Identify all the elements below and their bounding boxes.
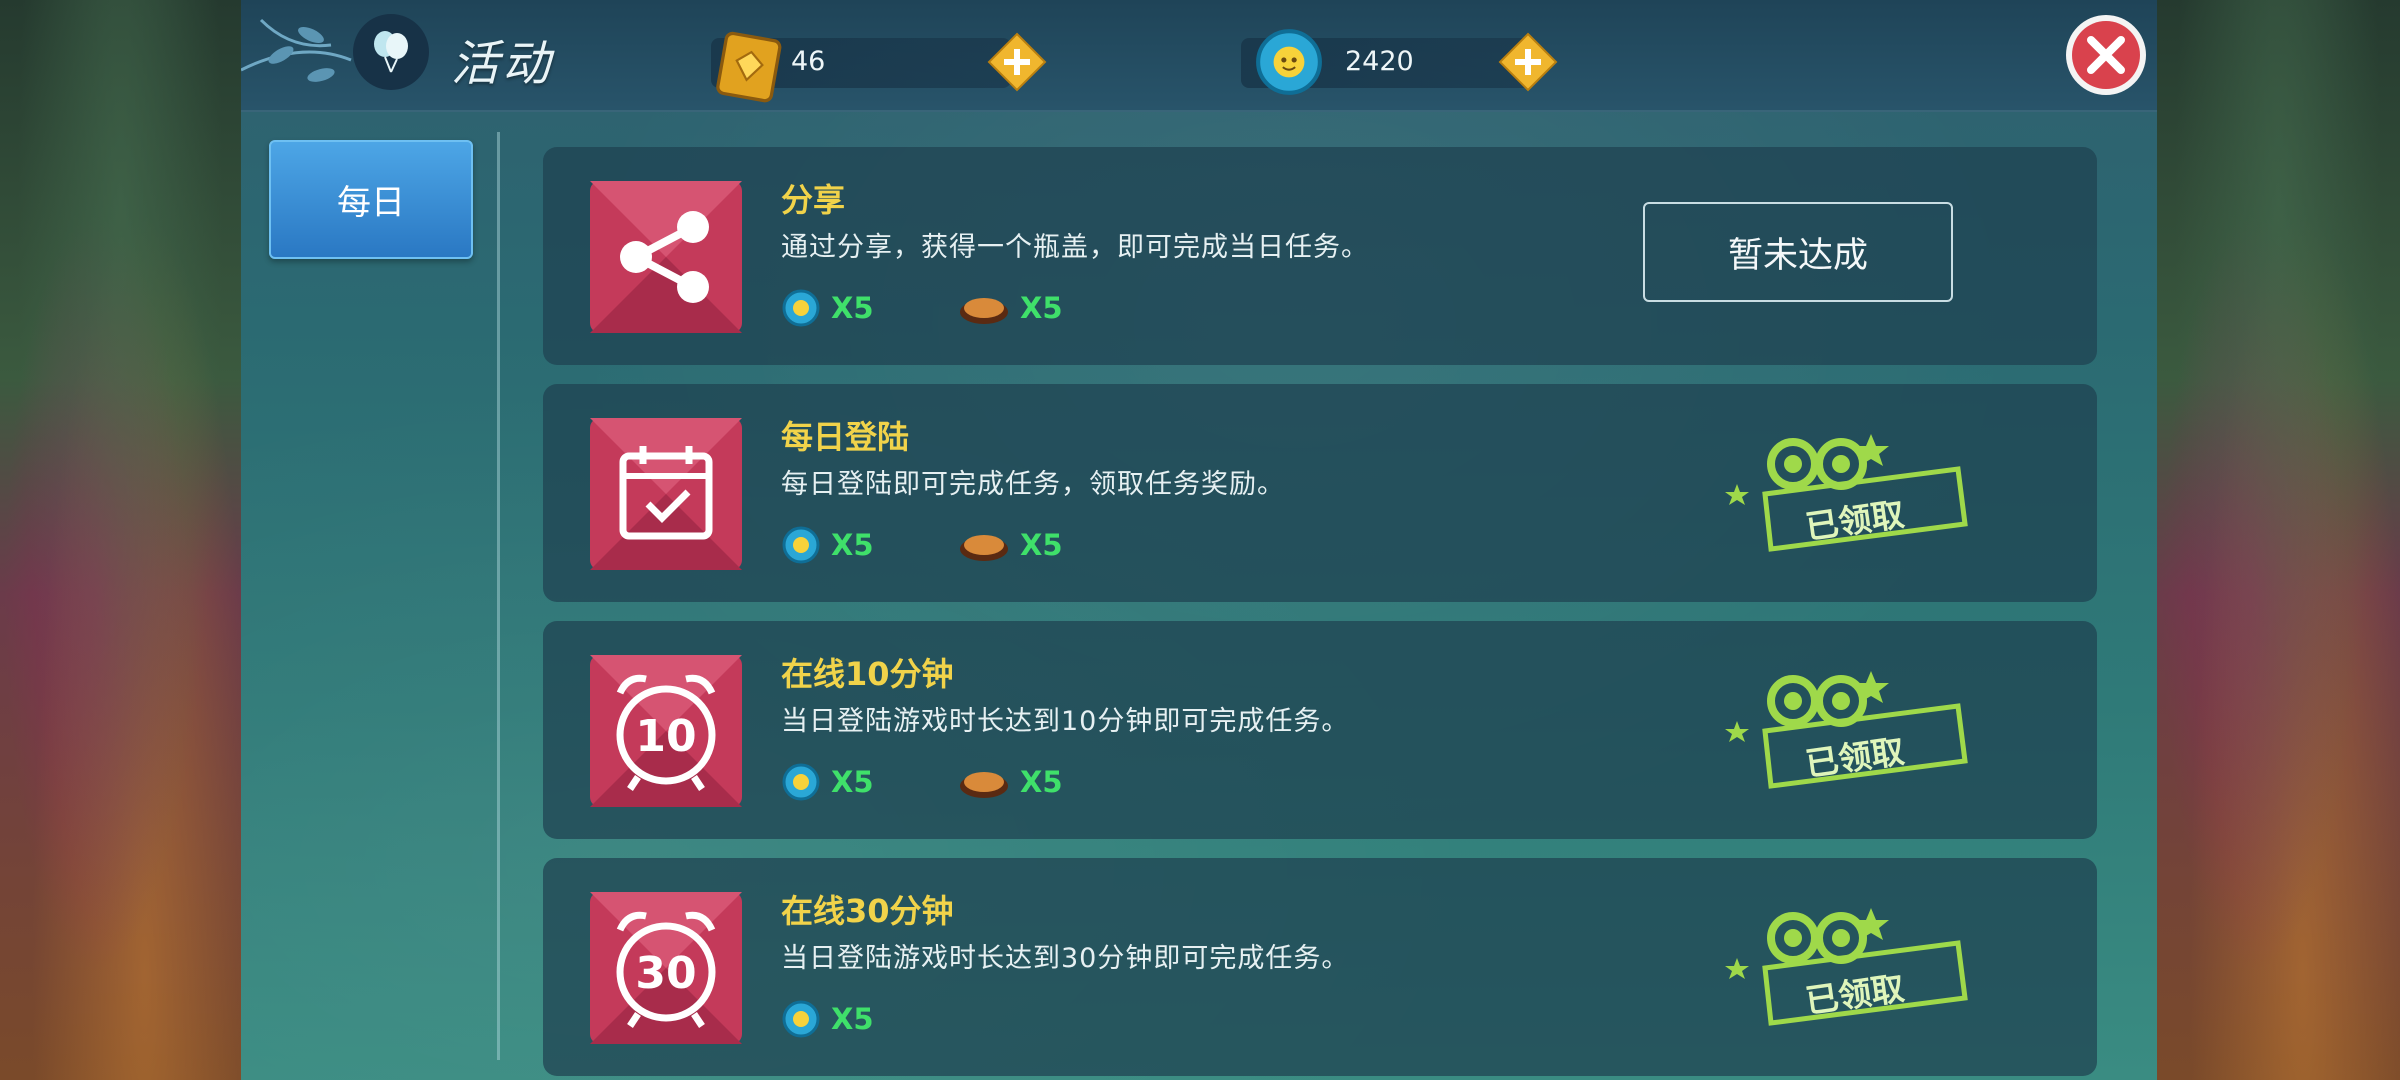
roasted-food-icon [960,298,1008,324]
clock-number: 30 [635,948,696,999]
add-coins-button[interactable] [1498,32,1558,92]
task-card-daily-login: 每日登陆 每日登陆即可完成任务，领取任务奖励。 X5 X5 已领取 [543,384,2097,602]
bottle-cap-icon [782,289,820,327]
task-description: 当日登陆游戏时长达到10分钟即可完成任务。 [781,706,1350,737]
claimed-stamp: 已领取 [1723,424,1973,554]
reward-count: X5 [1020,291,1063,325]
task-card-online-10: 10 在线10分钟 当日登陆游戏时长达到10分钟即可完成任务。 X5 X5 已领… [543,621,2097,839]
task-description: 当日登陆游戏时长达到30分钟即可完成任务。 [781,943,1350,974]
roasted-food-icon [960,772,1008,798]
background-scenery-right [2157,0,2400,1080]
reward-food: X5 [958,761,1063,803]
reward-bottle-cap: X5 [781,998,874,1040]
task-title: 在线10分钟 [781,655,954,693]
task-title: 每日登陆 [781,418,910,456]
close-button[interactable] [2064,13,2148,97]
task-description: 通过分享，获得一个瓶盖，即可完成当日任务。 [781,232,1369,263]
bottle-cap-icon [782,763,820,801]
gem-card-icon [716,31,782,103]
background-scenery-left [0,0,241,1080]
bottle-cap-icon [782,1000,820,1038]
reward-count: X5 [831,765,874,799]
gem-count: 46 [791,46,826,77]
roasted-food-icon [960,535,1008,561]
reward-count: X5 [831,1002,874,1036]
add-gems-button[interactable] [987,32,1047,92]
task-description: 每日登陆即可完成任务，领取任务奖励。 [781,469,1285,500]
reward-food: X5 [958,287,1063,329]
reward-count: X5 [831,291,874,325]
task-title: 在线30分钟 [781,892,954,930]
bottle-cap-icon [782,526,820,564]
coin-count: 2420 [1345,46,1414,77]
tab-daily[interactable]: 每日 [269,140,473,259]
page-title: 活动 [451,36,554,92]
clock-number: 10 [635,711,696,762]
activity-panel: 活动 46 2420 每日 分享 通过分享，获得一个瓶盖，即可完成当日任务。 X… [241,0,2157,1080]
reward-bottle-cap: X5 [781,287,874,329]
reward-food: X5 [958,524,1063,566]
sidebar-divider [497,132,500,1060]
alarm-clock-icon: 10 [590,655,742,807]
reward-bottle-cap: X5 [781,524,874,566]
task-title: 分享 [781,181,846,219]
balloon-icon [353,14,429,90]
bottle-cap-icon [1256,29,1322,95]
reward-count: X5 [1020,765,1063,799]
calendar-check-icon [590,418,742,570]
task-card-online-30: 30 在线30分钟 当日登陆游戏时长达到30分钟即可完成任务。 X5 已领取 [543,858,2097,1076]
share-icon [590,181,742,333]
reward-count: X5 [831,528,874,562]
reward-count: X5 [1020,528,1063,562]
claimed-stamp: 已领取 [1723,661,1973,791]
alarm-clock-icon: 30 [590,892,742,1044]
reward-bottle-cap: X5 [781,761,874,803]
task-card-share: 分享 通过分享，获得一个瓶盖，即可完成当日任务。 X5 X5 暂未达成 [543,147,2097,365]
not-achieved-button[interactable]: 暂未达成 [1643,202,1953,302]
claimed-stamp: 已领取 [1723,898,1973,1028]
panel-header: 活动 46 2420 [241,0,2157,112]
